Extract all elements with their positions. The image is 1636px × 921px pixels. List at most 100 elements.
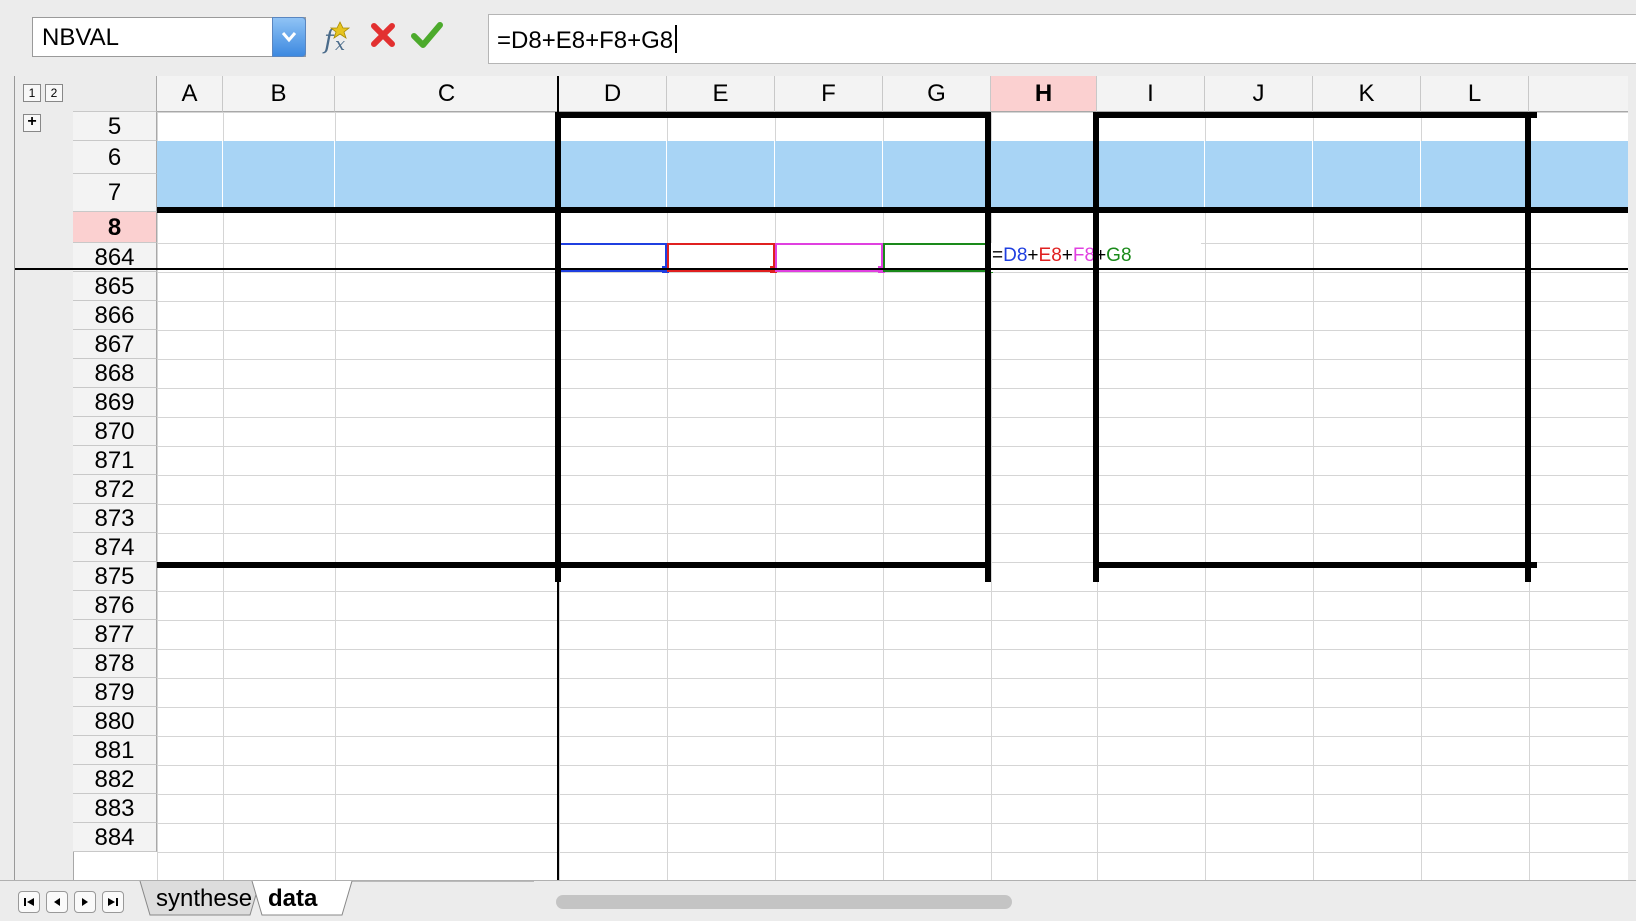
cell-h-870[interactable] bbox=[991, 446, 1097, 475]
cell-b-865[interactable] bbox=[223, 301, 335, 330]
cell-f-866[interactable] bbox=[775, 330, 883, 359]
cell-b-869[interactable] bbox=[223, 417, 335, 446]
function-wizard-icon[interactable]: f x bbox=[320, 20, 356, 54]
cell-f-869[interactable] bbox=[775, 417, 883, 446]
header-cell-m[interactable] bbox=[1529, 141, 1636, 207]
cell-h-864[interactable] bbox=[991, 272, 1097, 301]
cell-m-868[interactable] bbox=[1529, 388, 1636, 417]
cell-m-865[interactable] bbox=[1529, 301, 1636, 330]
header-cell-b[interactable] bbox=[223, 141, 335, 207]
next-sheet-button[interactable] bbox=[74, 891, 96, 913]
cell-g-867[interactable] bbox=[883, 359, 991, 388]
cell-f-871[interactable] bbox=[775, 475, 883, 504]
cell-c-870[interactable] bbox=[335, 446, 559, 475]
cell-a-866[interactable] bbox=[157, 330, 223, 359]
cell-f-870[interactable] bbox=[775, 446, 883, 475]
header-cell-h[interactable] bbox=[991, 141, 1097, 207]
cell-k-7[interactable] bbox=[1313, 212, 1421, 243]
accept-check-icon[interactable] bbox=[410, 20, 444, 50]
header-cell-i[interactable] bbox=[1097, 141, 1205, 207]
cell-d-871[interactable] bbox=[559, 475, 667, 504]
cell-k-868[interactable] bbox=[1313, 388, 1421, 417]
cell-a-869[interactable] bbox=[157, 417, 223, 446]
cell-d-7[interactable] bbox=[559, 212, 667, 243]
last-sheet-button[interactable] bbox=[102, 891, 124, 913]
cell-g-7[interactable] bbox=[883, 212, 991, 243]
cell-j-864[interactable] bbox=[1205, 272, 1313, 301]
cell-a-864[interactable] bbox=[157, 272, 223, 301]
sheet-tab-synthese[interactable]: synthese bbox=[156, 885, 252, 917]
cell-h-7[interactable] bbox=[991, 212, 1097, 243]
cell-m-7[interactable] bbox=[1529, 212, 1636, 243]
cell-e-868[interactable] bbox=[667, 388, 775, 417]
cell-g-865[interactable] bbox=[883, 301, 991, 330]
cell-i-866[interactable] bbox=[1097, 330, 1205, 359]
cell-g-864[interactable] bbox=[883, 272, 991, 301]
cell-g-866[interactable] bbox=[883, 330, 991, 359]
cell-c-7[interactable] bbox=[335, 212, 559, 243]
cell-h-868[interactable] bbox=[991, 388, 1097, 417]
cell-g-869[interactable] bbox=[883, 417, 991, 446]
cell-c-866[interactable] bbox=[335, 330, 559, 359]
cell-l-869[interactable] bbox=[1421, 417, 1529, 446]
cell-c-867[interactable] bbox=[335, 359, 559, 388]
cell-a-868[interactable] bbox=[157, 388, 223, 417]
cell-h-871[interactable] bbox=[991, 475, 1097, 504]
cell-d-868[interactable] bbox=[559, 388, 667, 417]
cell-c-869[interactable] bbox=[335, 417, 559, 446]
cell-d-865[interactable] bbox=[559, 301, 667, 330]
vertical-scrollbar[interactable] bbox=[1628, 76, 1636, 880]
cell-a-870[interactable] bbox=[157, 446, 223, 475]
sheet-tab-data[interactable]: data bbox=[268, 885, 317, 917]
header-cell-j[interactable] bbox=[1205, 141, 1313, 207]
cell-e-869[interactable] bbox=[667, 417, 775, 446]
cell-f-868[interactable] bbox=[775, 388, 883, 417]
cell-j-868[interactable] bbox=[1205, 388, 1313, 417]
cell-e-864[interactable] bbox=[667, 272, 775, 301]
name-box[interactable]: NBVAL bbox=[32, 17, 306, 57]
cell-c-865[interactable] bbox=[335, 301, 559, 330]
cell-e-7[interactable] bbox=[667, 212, 775, 243]
cell-f-865[interactable] bbox=[775, 301, 883, 330]
cell-l-7[interactable] bbox=[1421, 212, 1529, 243]
cell-e-867[interactable] bbox=[667, 359, 775, 388]
cell-b-864[interactable] bbox=[223, 272, 335, 301]
cell-f-864[interactable] bbox=[775, 272, 883, 301]
cell-l-870[interactable] bbox=[1421, 446, 1529, 475]
header-cell-f[interactable] bbox=[775, 141, 883, 207]
header-cell-c[interactable] bbox=[335, 141, 559, 207]
cell-m-870[interactable] bbox=[1529, 446, 1636, 475]
cell-i-7[interactable] bbox=[1097, 212, 1205, 243]
cell-g-871[interactable] bbox=[883, 475, 991, 504]
cell-m-864[interactable] bbox=[1529, 272, 1636, 301]
formula-input[interactable]: =D8+E8+F8+G8 bbox=[488, 14, 1636, 64]
header-cell-g[interactable] bbox=[883, 141, 991, 207]
cell-k-866[interactable] bbox=[1313, 330, 1421, 359]
cell-m-867[interactable] bbox=[1529, 359, 1636, 388]
spreadsheet-grid[interactable]: 1 2 + ABCDEFGHIJKL 5 6 7 8 864 865 866 867 868 86… bbox=[14, 76, 1636, 880]
cell-b-871[interactable] bbox=[223, 475, 335, 504]
header-cell-k[interactable] bbox=[1313, 141, 1421, 207]
header-cell-e[interactable] bbox=[667, 141, 775, 207]
cell-d-864[interactable] bbox=[559, 272, 667, 301]
cell-k-869[interactable] bbox=[1313, 417, 1421, 446]
cell-k-870[interactable] bbox=[1313, 446, 1421, 475]
cell-m-866[interactable] bbox=[1529, 330, 1636, 359]
header-cell-l[interactable] bbox=[1421, 141, 1529, 207]
cell-k-871[interactable] bbox=[1313, 475, 1421, 504]
cell-j-867[interactable] bbox=[1205, 359, 1313, 388]
cell-m-871[interactable] bbox=[1529, 475, 1636, 504]
cell-i-871[interactable] bbox=[1097, 475, 1205, 504]
cell-b-870[interactable] bbox=[223, 446, 335, 475]
cancel-x-icon[interactable] bbox=[368, 20, 398, 50]
cell-j-870[interactable] bbox=[1205, 446, 1313, 475]
cell-a-867[interactable] bbox=[157, 359, 223, 388]
cell-k-864[interactable] bbox=[1313, 272, 1421, 301]
cell-c-871[interactable] bbox=[335, 475, 559, 504]
horizontal-scroll-thumb[interactable] bbox=[556, 895, 1012, 909]
cell-j-869[interactable] bbox=[1205, 417, 1313, 446]
cell-c-864[interactable] bbox=[335, 272, 559, 301]
cell-area[interactable]: =D8+E8+F8+G8 bbox=[15, 76, 1636, 880]
cell-a-7[interactable] bbox=[157, 212, 223, 243]
cell-i-869[interactable] bbox=[1097, 417, 1205, 446]
